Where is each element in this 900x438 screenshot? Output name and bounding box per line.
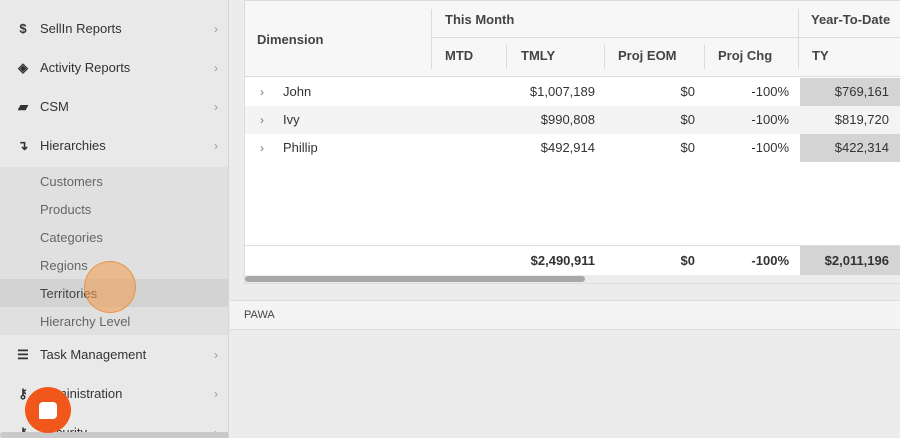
chat-bubble-icon [39, 401, 57, 419]
total-proj-eom: $0 [680, 253, 695, 268]
grid-footer: PAWA [230, 300, 900, 330]
chevron-right-icon: › [214, 347, 218, 362]
chevron-right-icon: › [214, 60, 218, 75]
header-proj-eom[interactable]: Proj EOM [618, 48, 677, 63]
sidebar-nav: $ SellIn Reports › ◈ Activity Reports › … [0, 0, 229, 438]
col-divider [431, 9, 432, 69]
sidebar-item-activity-reports[interactable]: ◈ Activity Reports › [0, 48, 228, 87]
cell-proj-eom: $0 [680, 140, 695, 155]
cell-ty: $819,720 [834, 112, 889, 127]
col-divider [506, 45, 507, 69]
expand-icon[interactable]: › [260, 134, 264, 162]
header-proj-chg[interactable]: Proj Chg [718, 48, 772, 63]
sidebar-item-csm[interactable]: ▰ CSM › [0, 87, 228, 126]
cell-proj-chg: -100% [751, 112, 789, 127]
main-content: Dimension This Month Year-To-Date MTD TM… [230, 0, 900, 438]
submenu-item-customers[interactable]: Customers [0, 167, 228, 195]
total-tmly: $2,490,911 [530, 253, 595, 268]
submenu-item-territories[interactable]: Territories [0, 279, 228, 307]
cell-ty: $422,314 [834, 140, 889, 155]
sidebar-item-label: SellIn Reports [40, 21, 122, 36]
cell-proj-eom: $0 [680, 112, 695, 127]
table-row[interactable]: › John $1,007,189 $0 -100% $769,161 [245, 78, 900, 106]
table-row[interactable]: › Ivy $990,808 $0 -100% $819,720 [245, 106, 900, 134]
cell-proj-chg: -100% [751, 140, 789, 155]
col-divider [704, 45, 705, 69]
sidebar-item-label: Task Management [40, 347, 147, 362]
header-mtd[interactable]: MTD [445, 48, 473, 63]
cell-ty: $769,161 [834, 84, 889, 99]
col-divider [604, 45, 605, 69]
chevron-right-icon: › [214, 21, 218, 36]
sidebar-item-task-management[interactable]: ☰ Task Management › [0, 335, 228, 374]
hierarchies-submenu: Customers Products Categories Regions Te… [0, 167, 228, 335]
dollar-icon: $ [19, 21, 27, 36]
row-dimension: John [283, 84, 312, 99]
grid-horizontal-scrollbar[interactable] [245, 275, 900, 283]
chevron-right-icon: › [214, 386, 218, 401]
header-divider [431, 37, 900, 38]
totals-row: $2,490,911 $0 -100% $2,011,196 [245, 245, 900, 275]
tasks-icon: ☰ [17, 346, 29, 362]
col-divider [798, 9, 799, 69]
book-icon: ▰ [18, 98, 28, 114]
sidebar-item-label: CSM [40, 99, 69, 114]
submenu-item-regions[interactable]: Regions [0, 251, 228, 279]
cube-icon: ◈ [18, 59, 28, 75]
row-dimension: Phillip [283, 140, 318, 155]
cell-proj-eom: $0 [680, 84, 695, 99]
chevron-right-icon: › [214, 138, 218, 153]
chat-launcher-button[interactable] [25, 387, 71, 433]
sidebar-item-label: Activity Reports [40, 60, 131, 75]
scrollbar-thumb[interactable] [245, 276, 585, 282]
sidebar-item-hierarchies[interactable]: ↴ Hierarchies › [0, 126, 228, 165]
expand-icon[interactable]: › [260, 78, 264, 106]
cell-tmly: $492,914 [540, 140, 595, 155]
header-group-this-month: This Month [445, 12, 515, 27]
total-proj-chg: -100% [751, 253, 789, 268]
chevron-right-icon: › [214, 99, 218, 114]
hierarchy-icon: ↴ [17, 137, 29, 153]
cell-tmly: $990,808 [540, 112, 595, 127]
total-ty: $2,011,196 [824, 253, 889, 268]
submenu-item-products[interactable]: Products [0, 195, 228, 223]
pivot-grid: Dimension This Month Year-To-Date MTD TM… [244, 0, 900, 284]
header-ty[interactable]: TY [812, 48, 829, 63]
cell-proj-chg: -100% [751, 84, 789, 99]
header-dimension[interactable]: Dimension [257, 32, 323, 47]
expand-icon[interactable]: › [260, 106, 264, 134]
row-dimension: Ivy [283, 112, 300, 127]
header-tmly[interactable]: TMLY [521, 48, 555, 63]
sidebar-scrollbar[interactable] [0, 432, 228, 438]
cell-tmly: $1,007,189 [529, 84, 595, 99]
footer-label: PAWA [244, 309, 275, 321]
submenu-item-hierarchy-level[interactable]: Hierarchy Level [0, 307, 228, 335]
sidebar-item-label: Hierarchies [40, 138, 106, 153]
header-group-ytd: Year-To-Date [811, 12, 891, 27]
grid-header: Dimension This Month Year-To-Date MTD TM… [245, 1, 900, 77]
submenu-item-categories[interactable]: Categories [0, 223, 228, 251]
sidebar-item-sellin-reports[interactable]: $ SellIn Reports › [0, 9, 228, 48]
table-row[interactable]: › Phillip $492,914 $0 -100% $422,314 [245, 134, 900, 162]
